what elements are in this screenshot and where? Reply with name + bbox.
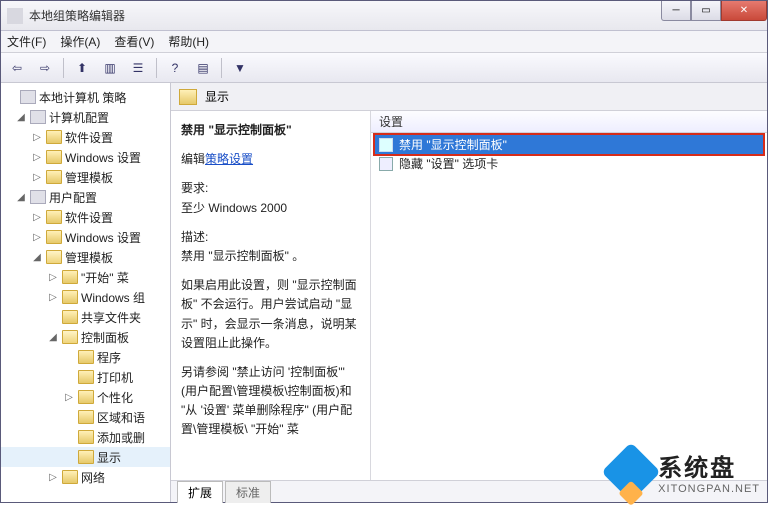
tree-item[interactable]: 添加或删 — [1, 427, 170, 447]
tree-item[interactable]: ◢管理模板 — [1, 247, 170, 267]
forward-button[interactable]: ⇨ — [33, 56, 57, 80]
edit-policy-link[interactable]: 策略设置 — [205, 152, 253, 166]
folder-icon — [78, 390, 94, 404]
titlebar: 本地组策略编辑器 ─ ▭ ✕ — [1, 1, 767, 31]
folder-icon — [46, 230, 62, 244]
properties-button[interactable]: ☰ — [126, 56, 150, 80]
desc-label: 描述: — [181, 230, 208, 244]
tree-item[interactable]: ▷Windows 组 — [1, 287, 170, 307]
tree-display[interactable]: 显示 — [1, 447, 170, 467]
folder-open-icon — [62, 330, 78, 344]
list-item-hide-settings-tab[interactable]: 隐藏 "设置" 选项卡 — [375, 154, 763, 173]
folder-icon — [78, 350, 94, 364]
window-title: 本地组策略编辑器 — [29, 7, 125, 24]
up-button[interactable]: ⬆ — [70, 56, 94, 80]
tree-root[interactable]: 本地计算机 策略 — [1, 87, 170, 107]
app-icon — [7, 8, 23, 24]
content-header: 显示 — [171, 83, 767, 111]
tree-item[interactable]: ▷Windows 设置 — [1, 147, 170, 167]
view-tabs: 扩展 标准 — [171, 480, 767, 502]
policy-item-icon — [379, 138, 393, 152]
show-hide-tree-button[interactable]: ▥ — [98, 56, 122, 80]
content-title: 显示 — [205, 88, 229, 105]
policy-icon — [20, 90, 36, 104]
tab-standard[interactable]: 标准 — [225, 481, 271, 503]
tree-user-config[interactable]: ◢用户配置 — [1, 187, 170, 207]
menu-action[interactable]: 操作(A) — [60, 33, 100, 50]
policy-item-icon — [379, 157, 393, 171]
folder-icon — [62, 270, 78, 284]
folder-icon — [46, 130, 62, 144]
tree-item[interactable]: ▷软件设置 — [1, 207, 170, 227]
folder-icon — [62, 310, 78, 324]
tree-item[interactable]: 程序 — [1, 347, 170, 367]
user-icon — [30, 190, 46, 204]
folder-icon — [62, 290, 78, 304]
desc-body: 如果启用此设置，则 "显示控制面板" 不会运行。用户尝试启动 "显示" 时，会显… — [181, 276, 360, 353]
menu-view[interactable]: 查看(V) — [114, 33, 154, 50]
tree-panel: 本地计算机 策略 ◢计算机配置 ▷软件设置 ▷Windows 设置 ▷管理模板 … — [1, 83, 171, 502]
folder-icon — [46, 150, 62, 164]
tree-item[interactable]: 共享文件夹 — [1, 307, 170, 327]
folder-icon — [78, 430, 94, 444]
menu-help[interactable]: 帮助(H) — [168, 33, 209, 50]
tree-item[interactable]: ▷Windows 设置 — [1, 227, 170, 247]
column-header-setting[interactable]: 设置 — [371, 111, 767, 133]
tree-item[interactable]: ▷个性化 — [1, 387, 170, 407]
folder-open-icon — [46, 250, 62, 264]
folder-icon — [78, 370, 94, 384]
description-panel: 禁用 "显示控制面板" 编辑策略设置 要求:至少 Windows 2000 描述… — [171, 111, 371, 480]
folder-icon — [78, 410, 94, 424]
tree-item[interactable]: ▷管理模板 — [1, 167, 170, 187]
folder-icon — [46, 210, 62, 224]
tree-item[interactable]: 区域和语 — [1, 407, 170, 427]
req-label: 要求: — [181, 181, 208, 195]
tree-item[interactable]: ▷"开始" 菜 — [1, 267, 170, 287]
help-button[interactable]: ? — [163, 56, 187, 80]
folder-icon — [78, 450, 94, 464]
close-button[interactable]: ✕ — [721, 1, 767, 21]
export-button[interactable]: ▤ — [191, 56, 215, 80]
tree-control-panel[interactable]: ◢控制面板 — [1, 327, 170, 347]
folder-icon — [179, 89, 197, 105]
tree-item[interactable]: ▷软件设置 — [1, 127, 170, 147]
maximize-button[interactable]: ▭ — [691, 1, 721, 21]
tree-item[interactable]: ▷网络 — [1, 467, 170, 487]
tab-extended[interactable]: 扩展 — [177, 481, 223, 503]
toolbar: ⇦ ⇨ ⬆ ▥ ☰ ? ▤ ▼ — [1, 53, 767, 83]
folder-icon — [46, 170, 62, 184]
folder-icon — [62, 470, 78, 484]
computer-icon — [30, 110, 46, 124]
tree-computer-config[interactable]: ◢计算机配置 — [1, 107, 170, 127]
filter-button[interactable]: ▼ — [228, 56, 252, 80]
req-value: 至少 Windows 2000 — [181, 201, 287, 215]
tree-item[interactable]: 打印机 — [1, 367, 170, 387]
desc-body2: 另请参阅 "禁止访问 '控制面板'" (用户配置\管理模板\控制面板)和 "从 … — [181, 363, 360, 440]
minimize-button[interactable]: ─ — [661, 1, 691, 21]
menu-file[interactable]: 文件(F) — [7, 33, 46, 50]
settings-list: 设置 禁用 "显示控制面板" 隐藏 "设置" 选项卡 — [371, 111, 767, 480]
desc-title: 禁用 "显示控制面板" — [181, 121, 360, 140]
back-button[interactable]: ⇦ — [5, 56, 29, 80]
menubar: 文件(F) 操作(A) 查看(V) 帮助(H) — [1, 31, 767, 53]
list-item-disable-display-cp[interactable]: 禁用 "显示控制面板" — [375, 135, 763, 154]
